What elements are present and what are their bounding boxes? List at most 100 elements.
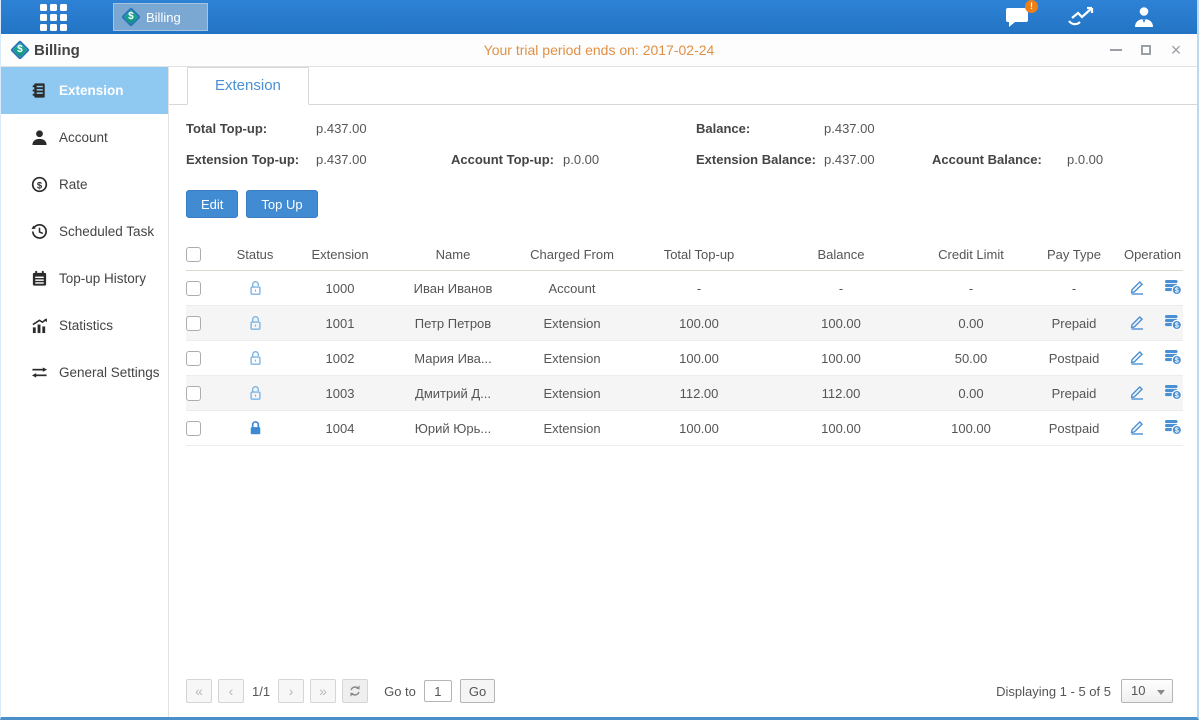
svg-text:$: $ [1174,287,1178,294]
cell-extension: 1001 [286,316,394,331]
cell-extension: 1000 [286,281,394,296]
account-balance-value: p.0.00 [1067,150,1197,170]
col-total-topup: Total Top-up [632,247,766,262]
taskbar-billing-tab[interactable]: $ Billing [113,3,208,31]
row-checkbox[interactable] [186,421,201,436]
cell-pay-type: Prepaid [1026,316,1122,331]
cell-pay-type: - [1026,281,1122,296]
col-credit-limit: Credit Limit [916,247,1026,262]
table-row: 1002 Мария Ива... Extension 100.00 100.0… [186,341,1183,376]
edit-extension-icon[interactable] [1129,314,1146,333]
goto-page-input[interactable] [424,680,452,702]
unlocked-icon [248,350,263,366]
status-lock-icon [224,280,286,297]
svg-text:$: $ [1174,322,1178,329]
row-checkbox[interactable] [186,316,201,331]
col-pay-type: Pay Type [1026,247,1122,262]
close-icon[interactable]: × [1169,43,1183,57]
cell-extension: 1002 [286,351,394,366]
topup-extension-icon[interactable]: $ [1164,419,1182,438]
cell-balance: 112.00 [766,386,916,401]
sidebar-item-scheduled-task[interactable]: Scheduled Task [1,208,168,255]
sidebar-item-rate[interactable]: $ Rate [1,161,168,208]
tab-strip: Extension [169,67,1197,105]
go-button[interactable]: Go [460,679,495,703]
topup-extension-icon[interactable]: $ [1164,314,1182,333]
messages-icon[interactable]: ! [1005,5,1031,29]
account-topup-value: p.0.00 [563,150,696,170]
page-size-select[interactable]: 10 [1121,679,1173,703]
cell-charged-from: Extension [512,421,632,436]
cell-balance: 100.00 [766,421,916,436]
edit-extension-icon[interactable] [1129,419,1146,438]
extension-balance-label: Extension Balance: [696,150,824,170]
cell-name: Петр Петров [394,316,512,331]
maximize-icon[interactable] [1139,43,1153,57]
row-checkbox[interactable] [186,281,201,296]
cell-charged-from: Extension [512,386,632,401]
top-up-button[interactable]: Top Up [246,190,317,218]
cell-pay-type: Prepaid [1026,386,1122,401]
window-title: Billing [34,42,80,59]
taskbar: $ Billing ! [1,0,1197,34]
page-size-value: 10 [1131,683,1145,698]
col-status: Status [224,247,286,262]
rate-dollar-icon: $ [31,176,48,193]
row-checkbox[interactable] [186,351,201,366]
sidebar-item-label: Statistics [59,318,113,333]
extension-book-icon [31,82,48,99]
cell-charged-from: Extension [512,316,632,331]
sidebar-item-extension[interactable]: Extension [1,67,168,114]
topup-extension-icon[interactable]: $ [1164,384,1182,403]
extension-topup-value: p.437.00 [316,150,451,170]
topup-extension-icon[interactable]: $ [1164,279,1182,298]
cell-balance: 100.00 [766,316,916,331]
next-page-button[interactable]: › [278,679,304,703]
goto-label: Go to [384,684,416,699]
cell-total-topup: 100.00 [632,351,766,366]
sidebar-item-general-settings[interactable]: General Settings [1,349,168,396]
sidebar-item-label: Top-up History [59,271,146,286]
edit-button[interactable]: Edit [186,190,238,218]
tab-extension[interactable]: Extension [187,67,309,105]
last-page-button[interactable]: » [310,679,336,703]
minimize-icon[interactable] [1109,43,1123,57]
status-lock-icon [224,315,286,332]
svg-text:$: $ [37,180,43,191]
sidebar-item-label: Scheduled Task [59,224,154,239]
edit-extension-icon[interactable] [1129,349,1146,368]
total-topup-label: Total Top-up: [186,119,316,139]
sidebar-item-topup-history[interactable]: Top-up History [1,255,168,302]
sidebar-item-label: Extension [59,83,124,98]
unlocked-icon [248,385,263,401]
cell-extension: 1004 [286,421,394,436]
col-charged-from: Charged From [512,247,632,262]
edit-extension-icon[interactable] [1129,279,1146,298]
topup-extension-icon[interactable]: $ [1164,349,1182,368]
sidebar-item-account[interactable]: Account [1,114,168,161]
taskbar-tab-label: Billing [146,10,181,25]
refresh-button[interactable] [342,679,368,703]
topup-history-icon [31,270,48,287]
table-body: 1000 Иван Иванов Account - - - - $ [186,271,1183,446]
scheduled-clock-icon [31,223,48,240]
svg-text:$: $ [1174,427,1178,434]
balance-label: Balance: [696,119,824,139]
status-lock-icon [224,385,286,402]
select-all-checkbox[interactable] [186,247,201,262]
status-lock-icon [224,350,286,367]
table-row: 1001 Петр Петров Extension 100.00 100.00… [186,306,1183,341]
sidebar-item-label: Rate [59,177,88,192]
row-checkbox[interactable] [186,386,201,401]
user-icon[interactable] [1131,5,1157,29]
col-balance: Balance [766,247,916,262]
col-operation: Operation [1122,247,1183,262]
sidebar-item-statistics[interactable]: Statistics [1,302,168,349]
first-page-button[interactable]: « [186,679,212,703]
general-settings-icon [31,364,48,381]
cell-name: Юрий Юрь... [394,421,512,436]
app-grid-icon[interactable] [36,4,70,30]
stats-icon[interactable] [1067,5,1095,29]
edit-extension-icon[interactable] [1129,384,1146,403]
prev-page-button[interactable]: ‹ [218,679,244,703]
